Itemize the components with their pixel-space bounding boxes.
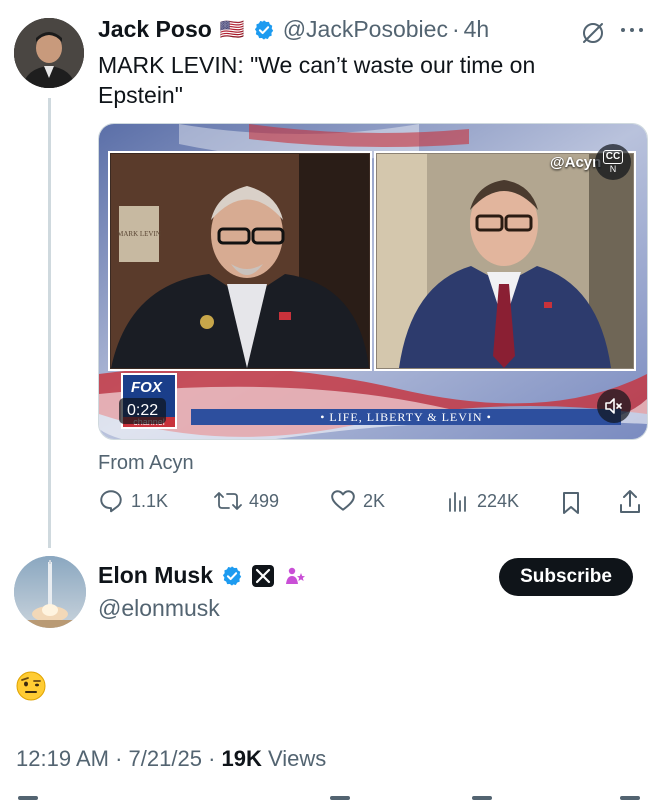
avatar[interactable] [14, 556, 86, 628]
raised-eyebrow-emoji-icon [16, 671, 46, 701]
tweet-actions: 1.1K 499 2K 224K [98, 488, 646, 518]
analytics-icon [449, 492, 466, 512]
reply-icon[interactable] [18, 796, 38, 800]
heart-icon [331, 490, 355, 511]
government-badge-icon [286, 567, 306, 584]
tweet-header: Jack Poso 🇺🇸 @JackPosobiec · 4h [98, 16, 489, 43]
verified-badge-icon [254, 19, 273, 40]
repost-button[interactable]: 499 [214, 488, 279, 514]
like-icon[interactable] [330, 796, 350, 800]
mute-button[interactable] [597, 389, 631, 423]
tweet-header: Elon Musk [98, 562, 307, 589]
avatar-image [14, 18, 84, 88]
speaker-muted-icon [605, 398, 622, 414]
verified-badge-icon [222, 565, 242, 586]
author-handle[interactable]: @elonmusk [98, 595, 220, 622]
network-logo-top: FOX [131, 379, 162, 396]
x-affiliate-icon[interactable] [251, 564, 275, 588]
video-watermark: @Acyn [550, 154, 602, 171]
views-count: 224K [477, 490, 520, 511]
book-cover-text: MARK LEVIN [117, 230, 161, 238]
author-name[interactable]: Jack Poso [98, 16, 212, 43]
like-button[interactable]: 2K [330, 488, 385, 514]
tweet-emoji [16, 671, 46, 701]
tweet-time[interactable]: 4h [464, 16, 490, 43]
repost-count: 499 [249, 490, 280, 511]
dot-separator: · [451, 16, 460, 42]
bottom-action-bar [0, 790, 660, 800]
captions-button[interactable]: CC N [595, 144, 631, 180]
views-label: Views [268, 746, 327, 771]
like-count: 2K [363, 490, 386, 511]
video-source[interactable]: From Acyn [98, 452, 194, 475]
dot-separator: · [208, 746, 216, 771]
reply-icon [100, 490, 122, 513]
post-time[interactable]: 12:19 AM [16, 746, 109, 771]
cc-sub-label: N [609, 164, 617, 174]
reply-count: 1.1K [131, 490, 169, 511]
video-duration: 0:22 [119, 398, 167, 424]
repost-icon [214, 492, 242, 510]
share-icon[interactable] [620, 796, 640, 800]
thread-connector-line [48, 98, 51, 548]
video-banner: • LIFE, LIBERTY & LEVIN • [191, 409, 621, 425]
author-handle[interactable]: @JackPosobiec [283, 16, 448, 43]
grok-icon[interactable] [580, 20, 606, 46]
avatar-image [14, 556, 86, 628]
tweet-timestamp: 12:19 AM · 7/21/25 · 19K Views [16, 746, 326, 772]
bookmark-icon[interactable] [472, 796, 492, 800]
dot-separator: · [115, 746, 123, 771]
flag-emoji: 🇺🇸 [219, 19, 245, 41]
video-frame: MARK LEVIN [99, 124, 647, 439]
subscribe-button[interactable]: Subscribe [499, 558, 633, 596]
share-icon[interactable] [618, 488, 642, 516]
tweet-text: MARK LEVIN: "We can’t waste our time on … [98, 52, 536, 108]
cc-icon: CC [602, 150, 624, 164]
author-name[interactable]: Elon Musk [98, 562, 213, 589]
bookmark-icon[interactable] [559, 490, 583, 516]
post-date[interactable]: 7/21/25 [129, 746, 202, 771]
reply-button[interactable]: 1.1K [98, 488, 168, 514]
more-options-icon[interactable] [620, 25, 644, 35]
avatar[interactable] [14, 18, 84, 88]
view-count: 19K [221, 746, 262, 771]
video-player[interactable]: MARK LEVIN @Acyn CC N FOX channel 0:22 •… [98, 123, 648, 440]
views-button[interactable]: 224K [446, 488, 519, 514]
